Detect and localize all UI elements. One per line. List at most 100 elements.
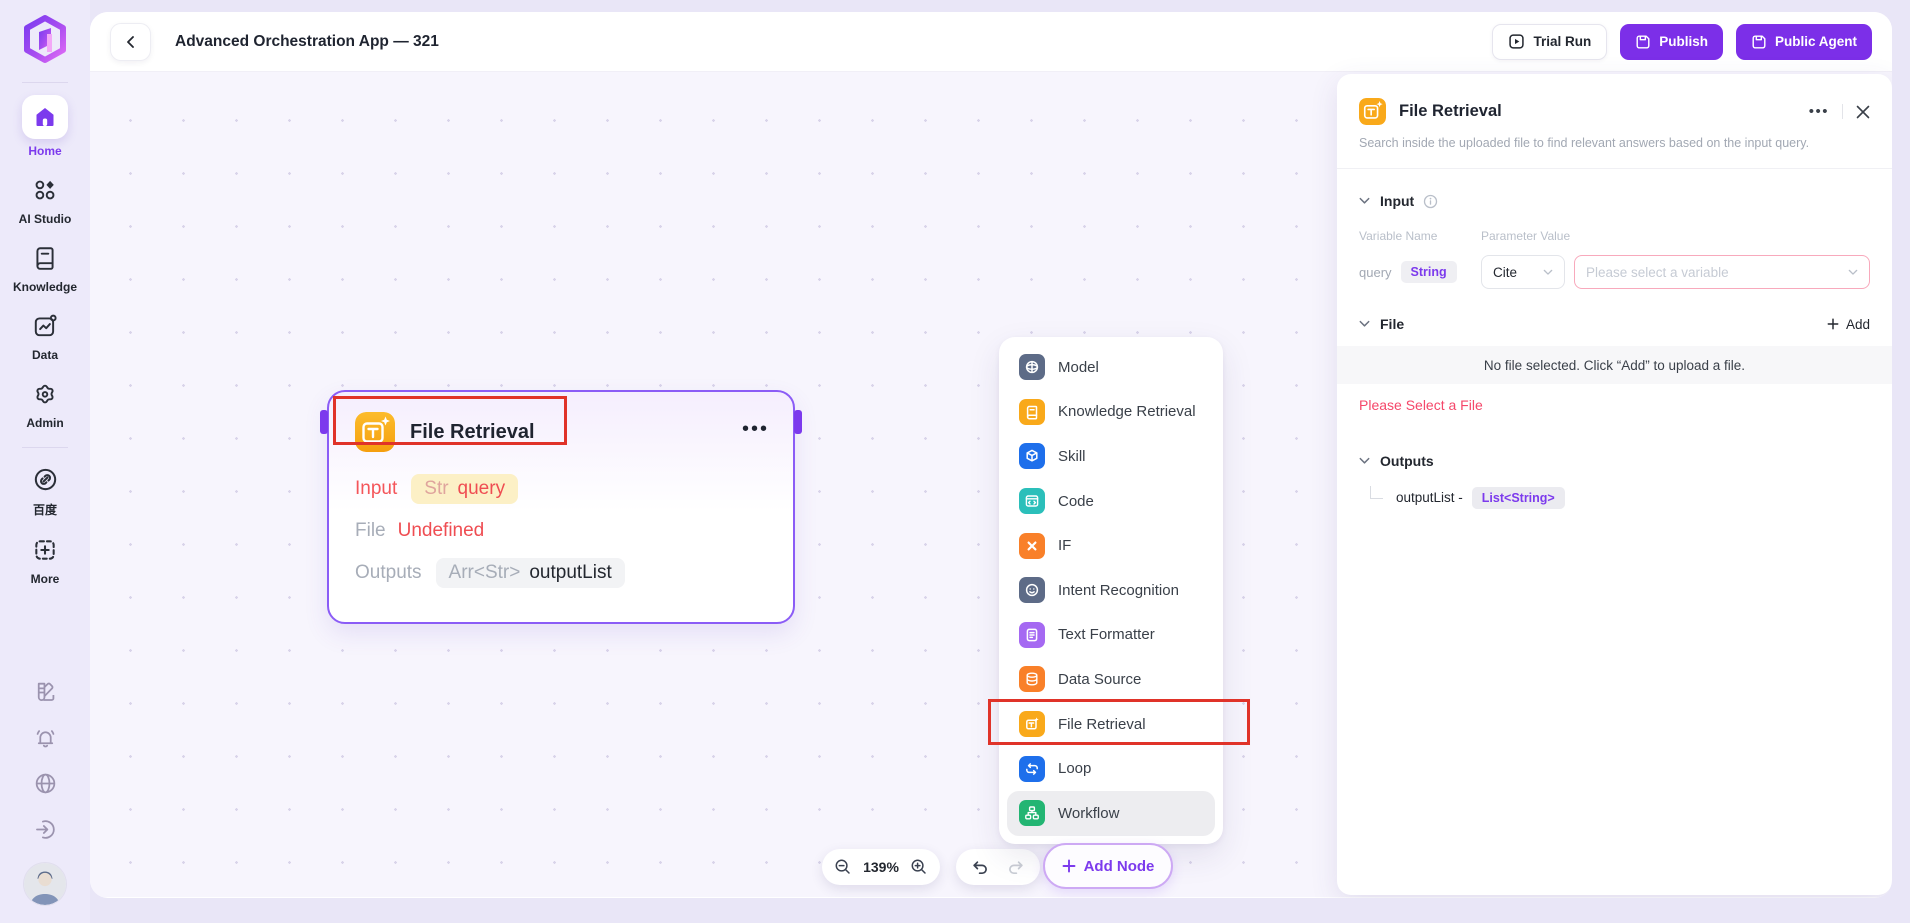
variable-select[interactable]: Please select a variable — [1574, 255, 1870, 289]
info-icon — [1423, 194, 1438, 209]
document-icon — [1024, 627, 1040, 643]
tree-branch-icon — [1370, 486, 1383, 499]
data-icon — [32, 313, 58, 339]
add-file-button[interactable]: Add — [1827, 317, 1870, 332]
sidebar-footer — [24, 679, 66, 923]
trial-run-button[interactable]: Trial Run — [1492, 24, 1607, 60]
panel-actions-divider — [1842, 104, 1843, 119]
top-bar: Advanced Orchestration App — 321 Trial R… — [90, 12, 1892, 72]
back-chevron-icon — [124, 35, 138, 49]
panel-description: Search inside the uploaded file to find … — [1359, 136, 1870, 150]
sidebar-item-label: Data — [32, 348, 58, 362]
palette-item-loop[interactable]: Loop — [1007, 746, 1215, 791]
more-add-icon — [32, 537, 58, 563]
redo-icon — [1007, 858, 1026, 877]
sidebar-item-home[interactable]: Home — [22, 95, 68, 158]
publish-button[interactable]: Publish — [1620, 24, 1723, 60]
logout-icon[interactable] — [33, 817, 58, 842]
sidebar-item-label: Knowledge — [13, 280, 77, 294]
sidebar-divider — [22, 82, 68, 83]
chevron-down-icon — [1359, 197, 1370, 205]
node-menu-button[interactable]: ••• — [742, 429, 769, 435]
theme-palette-icon[interactable] — [33, 679, 58, 704]
sidebar-item-knowledge[interactable]: Knowledge — [13, 241, 77, 294]
save-icon — [1635, 34, 1651, 50]
palette-item-workflow[interactable]: Workflow — [1007, 791, 1215, 836]
sidebar-item-baidu[interactable]: 百度 — [28, 462, 62, 518]
workflow-canvas[interactable]: File Retrieval ••• Input Str query File … — [90, 72, 1892, 897]
sidebar-item-label: Admin — [26, 416, 63, 430]
file-retrieval-panel-icon — [1359, 98, 1386, 125]
file-empty-state: No file selected. Click “Add” to upload … — [1337, 346, 1892, 384]
node-input-label: Input — [355, 478, 397, 500]
loop-icon — [1024, 761, 1040, 777]
variable-name: query — [1359, 265, 1392, 280]
node-title: File Retrieval — [410, 421, 535, 444]
back-button[interactable] — [110, 23, 151, 61]
app-logo — [17, 12, 73, 68]
file-retrieval-node[interactable]: File Retrieval ••• Input Str query File … — [327, 390, 795, 624]
ai-studio-icon — [32, 177, 58, 203]
plus-icon — [1062, 859, 1076, 873]
close-icon[interactable] — [1856, 105, 1870, 119]
knowledge-icon — [32, 245, 58, 271]
zoom-level: 139% — [863, 859, 899, 875]
palette-item-intent-recognition[interactable]: Intent Recognition — [1007, 568, 1215, 613]
sidebar-item-data[interactable]: Data — [28, 309, 62, 362]
node-file-value: Undefined — [398, 520, 485, 542]
node-output-badge: Arr<Str> outputList — [436, 558, 625, 588]
palette-item-code[interactable]: Code — [1007, 479, 1215, 524]
file-section-header[interactable]: File Add — [1359, 316, 1870, 332]
palette-item-if[interactable]: IF — [1007, 523, 1215, 568]
globe-icon[interactable] — [33, 771, 58, 796]
node-input-port[interactable] — [320, 410, 328, 434]
node-output-port[interactable] — [794, 410, 802, 434]
output-item-row: outputList - List<String> — [1359, 486, 1870, 509]
palette-item-knowledge-retrieval[interactable]: Knowledge Retrieval — [1007, 390, 1215, 435]
zoom-in-icon — [910, 858, 928, 876]
sidebar-item-admin[interactable]: Admin — [26, 377, 63, 430]
sidebar-item-label: More — [31, 572, 60, 586]
undo-button[interactable] — [970, 858, 989, 877]
variable-select-placeholder: Please select a variable — [1586, 265, 1729, 280]
output-name: outputList - — [1396, 490, 1463, 505]
cite-select[interactable]: Cite — [1481, 255, 1565, 289]
history-toolbar — [956, 849, 1040, 885]
redo-button[interactable] — [1007, 858, 1026, 877]
public-agent-button[interactable]: Public Agent — [1736, 24, 1872, 60]
play-square-icon — [1508, 33, 1525, 50]
palette-item-text-formatter[interactable]: Text Formatter — [1007, 613, 1215, 658]
save-icon — [1751, 34, 1767, 50]
palette-item-file-retrieval[interactable]: File Retrieval — [1007, 702, 1215, 747]
notifications-bell-icon[interactable] — [33, 725, 58, 750]
page-title: Advanced Orchestration App — 321 — [175, 33, 439, 51]
palette-item-skill[interactable]: Skill — [1007, 434, 1215, 479]
outputs-section-header[interactable]: Outputs — [1359, 453, 1870, 469]
sidebar-item-ai-studio[interactable]: AI Studio — [19, 173, 72, 226]
node-file-label: File — [355, 520, 386, 542]
panel-menu-button[interactable]: ••• — [1809, 103, 1829, 120]
zoom-in-button[interactable] — [910, 858, 928, 876]
panel-divider — [1337, 168, 1892, 169]
sidebar: Home AI Studio Knowledge Data Admin — [0, 0, 90, 923]
sidebar-item-label: AI Studio — [19, 212, 72, 226]
palette-item-data-source[interactable]: Data Source — [1007, 657, 1215, 702]
node-outputs-label: Outputs — [355, 562, 422, 584]
code-icon — [1024, 493, 1040, 509]
panel-title: File Retrieval — [1399, 102, 1502, 121]
palette-item-model[interactable]: Model — [1007, 345, 1215, 390]
intent-face-icon — [1024, 582, 1040, 598]
chevron-down-icon — [1359, 320, 1370, 328]
sidebar-item-more[interactable]: More — [28, 533, 62, 586]
chevron-down-icon — [1359, 457, 1370, 465]
zoom-out-icon — [834, 858, 852, 876]
sidebar-divider — [22, 447, 68, 448]
input-section-header[interactable]: Input — [1359, 193, 1870, 209]
output-type-badge: List<String> — [1472, 487, 1565, 509]
user-avatar[interactable] — [24, 863, 66, 905]
add-node-button[interactable]: Add Node — [1043, 843, 1173, 889]
home-icon — [33, 105, 57, 129]
link-circle-icon — [32, 466, 59, 493]
model-icon — [1024, 359, 1040, 375]
zoom-out-button[interactable] — [834, 858, 852, 876]
